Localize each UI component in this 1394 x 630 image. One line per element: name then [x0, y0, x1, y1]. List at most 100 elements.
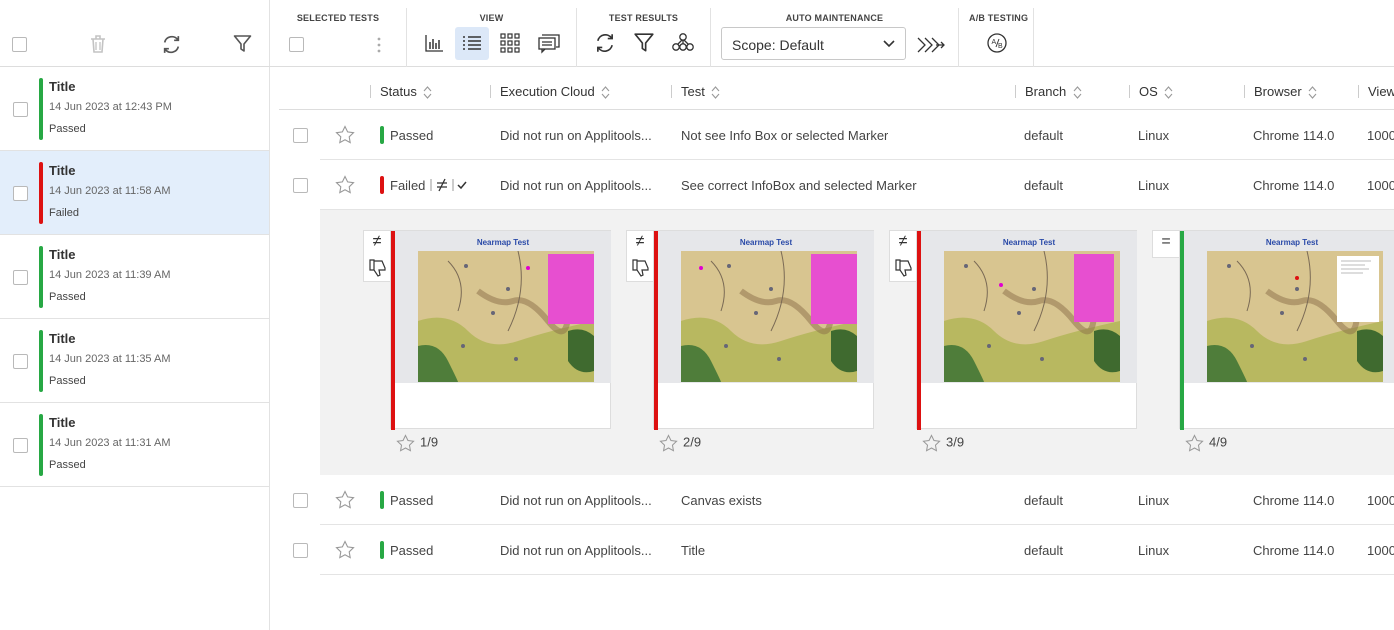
diff-status-icons	[430, 178, 467, 192]
not-equal-icon: ≠	[898, 233, 908, 250]
scope-select[interactable]: Scope: Default	[721, 27, 906, 60]
equal-icon: =	[1161, 233, 1171, 250]
status-bar	[380, 541, 384, 559]
more-options-icon[interactable]	[377, 37, 381, 53]
batch-checkbox[interactable]	[13, 270, 28, 285]
batch-checkbox[interactable]	[13, 186, 28, 201]
batch-title: Title	[49, 415, 76, 430]
test-name-cell[interactable]: Not see Info Box or selected Marker	[681, 128, 888, 143]
select-all-batches-checkbox[interactable]	[12, 37, 27, 52]
star-icon[interactable]	[1185, 434, 1204, 452]
star-icon[interactable]	[659, 434, 678, 452]
sort-icon	[1073, 86, 1082, 99]
step-footer: 2/9	[659, 434, 701, 452]
column-header-os[interactable]: OS	[1129, 84, 1173, 99]
status-cell: Failed	[390, 178, 426, 193]
step-screenshot-title: Nearmap Test	[1265, 238, 1319, 247]
row-checkbox[interactable]	[293, 543, 308, 558]
batch-title: Title	[49, 247, 76, 262]
batch-item[interactable]: Title 14 Jun 2023 at 11:39 AM Passed	[0, 235, 269, 319]
batch-title: Title	[49, 331, 76, 346]
list-icon	[463, 36, 481, 50]
batch-status-bar	[39, 246, 43, 308]
step-thumbnail[interactable]: Nearmap Test	[1179, 230, 1394, 430]
batch-item[interactable]: Title 14 Jun 2023 at 12:43 PM Passed	[0, 67, 269, 151]
table-row[interactable]: Passed Did not run on Applitools... Titl…	[293, 525, 1394, 575]
test-name-cell[interactable]: Title	[681, 543, 705, 558]
group-label: TEST RESULTS	[608, 13, 679, 23]
table-row[interactable]: Failed Did not run on Applitools... See …	[293, 160, 1394, 210]
step-screenshot-title: Nearmap Test	[739, 238, 793, 247]
refresh-icon	[597, 34, 613, 52]
star-icon[interactable]	[335, 490, 355, 509]
browser-cell: Chrome 114.0	[1253, 128, 1335, 143]
step-index: 2/9	[683, 434, 702, 450]
group-label: VIEW	[479, 13, 504, 23]
sort-icon	[1165, 86, 1173, 99]
step-index: 1/9	[420, 434, 439, 450]
os-cell: Linux	[1138, 128, 1170, 143]
view-chart-button[interactable]	[417, 27, 451, 60]
status-bar	[380, 126, 384, 144]
sort-icon	[1308, 86, 1317, 99]
group-results-button[interactable]	[665, 27, 699, 60]
view-group: VIEW	[407, 8, 577, 67]
star-icon[interactable]	[396, 434, 415, 452]
browser-cell: Chrome 114.0	[1253, 178, 1335, 193]
batch-status: Passed	[49, 123, 86, 135]
batch-checkbox[interactable]	[13, 354, 28, 369]
step-thumbnail[interactable]: Nearmap Test	[916, 230, 1137, 430]
table-row[interactable]: Passed Did not run on Applitools... Not …	[293, 110, 1394, 160]
refresh-icon[interactable]	[161, 34, 182, 55]
status-bar	[380, 176, 384, 194]
sort-icon	[712, 86, 720, 99]
select-all-tests-checkbox[interactable]	[289, 37, 304, 52]
refresh-results-button[interactable]	[588, 27, 622, 60]
test-name-cell[interactable]: Canvas exists	[681, 493, 762, 508]
trash-icon[interactable]	[89, 34, 107, 54]
status-bar	[380, 491, 384, 509]
not-equal-icon: ≠	[372, 233, 382, 250]
batch-item[interactable]: Title 14 Jun 2023 at 11:31 AM Passed	[0, 403, 269, 487]
batch-item-selected[interactable]: Title 14 Jun 2023 at 11:58 AM Failed	[0, 151, 269, 235]
map-image	[681, 251, 857, 382]
star-icon[interactable]	[922, 434, 941, 452]
test-name-cell[interactable]: See correct InfoBox and selected Marker	[681, 178, 917, 193]
step-screenshot: Nearmap Test	[921, 231, 1137, 383]
batch-item[interactable]: Title 14 Jun 2023 at 11:35 AM Passed	[0, 319, 269, 403]
row-checkbox[interactable]	[293, 493, 308, 508]
view-grid-button[interactable]	[493, 27, 527, 60]
batch-checkbox[interactable]	[13, 438, 28, 453]
viewport-cell: 1000	[1367, 493, 1394, 508]
star-icon[interactable]	[335, 125, 355, 144]
view-details-button[interactable]	[531, 27, 565, 60]
filter-results-button[interactable]	[627, 27, 661, 60]
column-header-status[interactable]: Status	[370, 84, 432, 99]
step-index: 4/9	[1209, 434, 1228, 450]
column-header-browser[interactable]: Browser	[1244, 84, 1317, 99]
column-header-test[interactable]: Test	[671, 84, 720, 99]
svg-text:A: A	[992, 39, 997, 46]
filter-icon[interactable]	[233, 34, 252, 54]
thumbs-down-icon[interactable]	[894, 258, 914, 278]
branch-cell: default	[1024, 493, 1064, 508]
star-icon[interactable]	[335, 175, 355, 194]
row-checkbox[interactable]	[293, 178, 308, 193]
star-icon[interactable]	[335, 540, 355, 559]
ab-test-icon[interactable]: A B	[986, 32, 1008, 54]
column-header-viewport[interactable]: View	[1358, 84, 1394, 99]
table-row[interactable]: Passed Did not run on Applitools... Canv…	[293, 475, 1394, 525]
batch-checkbox[interactable]	[13, 102, 28, 117]
thumbs-down-icon[interactable]	[368, 258, 388, 278]
view-list-button[interactable]	[455, 27, 489, 60]
column-header-execution-cloud[interactable]: Execution Cloud	[490, 84, 610, 99]
thumbs-down-icon[interactable]	[631, 258, 651, 278]
group-label: A/B TESTING	[969, 13, 1029, 23]
batch-status-bar	[39, 330, 43, 392]
column-header-branch[interactable]: Branch	[1015, 84, 1082, 99]
step-thumbnail[interactable]: Nearmap Test	[653, 230, 874, 430]
auto-maintain-icon[interactable]	[916, 35, 946, 55]
batch-date: 14 Jun 2023 at 11:35 AM	[49, 353, 171, 365]
row-checkbox[interactable]	[293, 128, 308, 143]
step-thumbnail[interactable]: Nearmap Test	[390, 230, 611, 430]
